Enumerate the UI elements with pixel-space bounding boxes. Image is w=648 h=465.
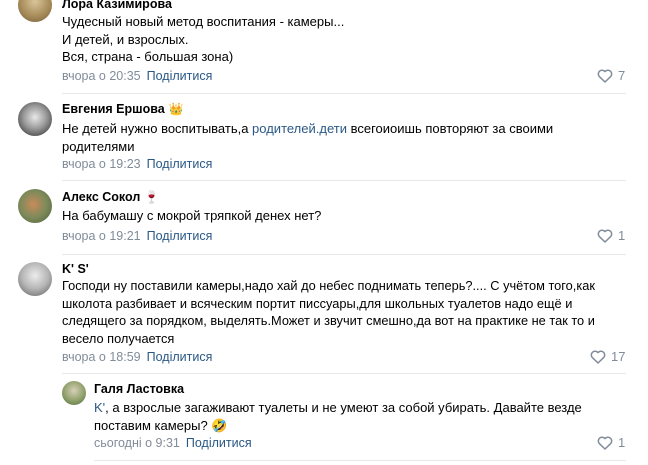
avatar[interactable] — [18, 262, 52, 296]
comment-meta: вчора о 18:59 Поділитися — [62, 349, 212, 365]
avatar[interactable] — [18, 189, 52, 223]
divider — [62, 180, 626, 181]
author-name[interactable]: Алекс Сокол — [62, 190, 140, 204]
crown-icon: 👑 — [168, 102, 184, 116]
like-button[interactable]: 1 — [597, 435, 625, 451]
avatar[interactable] — [18, 0, 52, 22]
link[interactable]: родителей.дети — [252, 121, 347, 136]
comment-author[interactable]: Лора Казимирова — [62, 0, 172, 12]
comment-meta: вчора о 20:35 Поділитися — [62, 68, 212, 84]
comment-time[interactable]: вчора о 19:23 — [62, 157, 141, 171]
share-button[interactable]: Поділитися — [147, 69, 213, 83]
like-count: 1 — [618, 435, 626, 450]
comment-text: Господи ну поставили камеры,надо хай до … — [62, 278, 595, 346]
mention-link[interactable]: K' — [94, 400, 105, 415]
like-count: 1 — [618, 228, 626, 243]
heart-icon — [597, 69, 613, 83]
share-button[interactable]: Поділитися — [186, 436, 252, 450]
comment-author[interactable]: K' S' — [62, 261, 89, 277]
comment-meta: вчора о 19:23 Поділитися — [62, 156, 212, 172]
like-button[interactable]: 17 — [590, 349, 625, 365]
comment-time[interactable]: вчора о 20:35 — [62, 69, 141, 83]
reply-time[interactable]: сьогодні о 9:31 — [94, 436, 180, 450]
author-name[interactable]: Лора Казимирова — [62, 0, 172, 11]
avatar[interactable] — [62, 381, 86, 405]
like-count: 7 — [618, 68, 626, 83]
comment-meta: вчора о 19:21 Поділитися — [62, 228, 212, 244]
comment-text: Чудесный новый метод воспитания - камеры… — [62, 14, 345, 64]
comment-text: На бабумашу с мокрой тряпкой денех нет? — [62, 208, 322, 223]
reply-author[interactable]: Галя Ластовка — [94, 381, 184, 397]
like-button[interactable]: 7 — [597, 68, 625, 84]
heart-icon — [597, 229, 613, 243]
like-count: 17 — [611, 349, 626, 364]
comment-time[interactable]: вчора о 19:21 — [62, 229, 141, 243]
divider — [62, 93, 626, 94]
share-button[interactable]: Поділитися — [147, 350, 213, 364]
avatar[interactable] — [18, 102, 52, 136]
share-button[interactable]: Поділитися — [147, 157, 213, 171]
like-button[interactable]: 1 — [597, 228, 625, 244]
comment-author[interactable]: Алекс Сокол 🍷 — [62, 189, 159, 205]
reply-meta: сьогодні о 9:31 Поділитися — [94, 435, 252, 451]
wine-glass-icon: 🍷 — [144, 190, 160, 204]
author-name[interactable]: Евгения Ершова — [62, 102, 165, 116]
heart-icon — [597, 436, 613, 450]
comment-text: Не детей нужно воспитывать,а родителей.д… — [62, 121, 554, 154]
author-name[interactable]: Галя Ластовка — [94, 382, 184, 396]
reply-text: K', а взрослые загаживают туалеты и не у… — [94, 400, 582, 433]
comment-author[interactable]: Евгения Ершова 👑 — [62, 101, 184, 117]
share-button[interactable]: Поділитися — [147, 229, 213, 243]
divider — [62, 373, 626, 374]
divider — [62, 254, 626, 255]
comment-time[interactable]: вчора о 18:59 — [62, 350, 141, 364]
author-name[interactable]: K' S' — [62, 262, 89, 276]
heart-icon — [590, 350, 606, 364]
divider — [94, 460, 626, 461]
